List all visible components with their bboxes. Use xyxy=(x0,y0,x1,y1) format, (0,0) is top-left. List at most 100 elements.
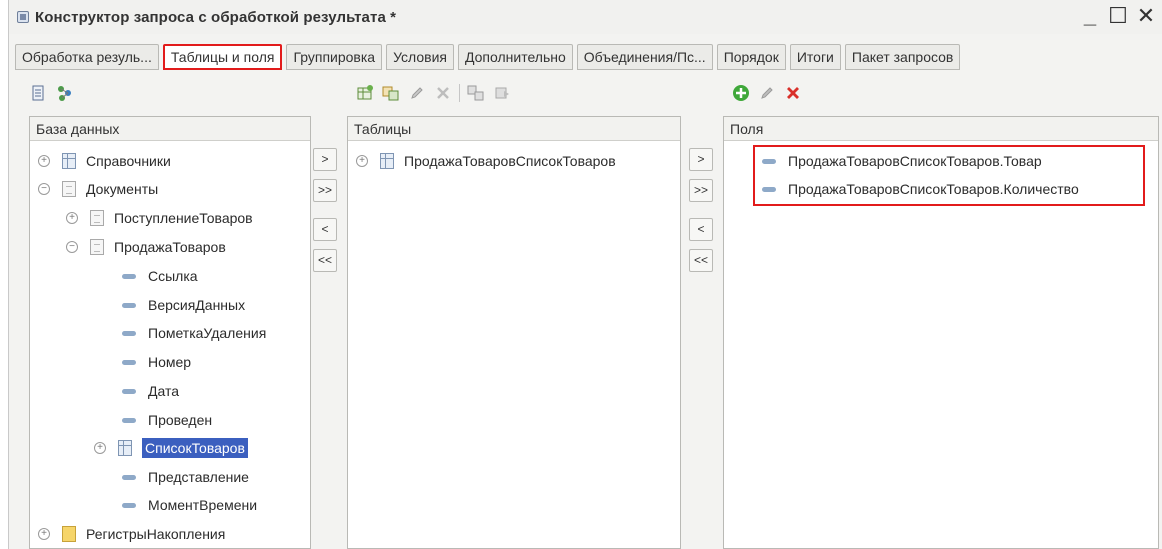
tree-item-label: Ссылка xyxy=(148,268,198,284)
tree-item-field[interactable]: МоментВремени xyxy=(122,491,257,519)
tables-panel: Таблицы + ПродажаТоваровСписокТоваров xyxy=(347,116,681,549)
tab-grouping[interactable]: Группировка xyxy=(286,44,383,70)
tree-item-label: ВерсияДанных xyxy=(148,297,246,313)
field-icon xyxy=(122,330,136,336)
database-panel-header: База данных xyxy=(30,117,310,141)
list-view-icon[interactable] xyxy=(29,83,49,103)
tree-item-field[interactable]: Ссылка xyxy=(122,262,198,290)
tab-result-processing[interactable]: Обработка резуль... xyxy=(15,44,159,70)
close-button[interactable]: ✕ xyxy=(1136,3,1156,29)
tree-item-label: Проведен xyxy=(148,412,213,428)
tree-item-field[interactable]: Номер xyxy=(122,348,191,376)
open-query-icon[interactable] xyxy=(492,83,512,103)
tree-item-label: Документы xyxy=(86,181,159,197)
tree-item-label: Дата xyxy=(148,383,180,399)
tab-totals[interactable]: Итоги xyxy=(789,44,841,70)
field-icon xyxy=(122,474,136,480)
tree-item-label: ПоступлениеТоваров xyxy=(114,210,253,226)
register-icon xyxy=(62,526,76,542)
tree-item-field[interactable]: ПометкаУдаления xyxy=(122,319,266,347)
query-builder-window: Конструктор запроса с обработкой результ… xyxy=(8,0,1162,549)
add-field-icon[interactable] xyxy=(731,83,751,103)
window-title: Конструктор запроса с обработкой результ… xyxy=(35,8,397,26)
document-icon xyxy=(90,210,104,226)
field-icon xyxy=(122,388,136,394)
tab-conditions[interactable]: Условия xyxy=(386,44,454,70)
tables-panel-header: Таблицы xyxy=(348,117,680,141)
tables-item[interactable]: + ПродажаТоваровСписокТоваров xyxy=(356,147,616,175)
tree-item-field[interactable]: Представление xyxy=(122,463,249,491)
tree-item-label: МоментВремени xyxy=(148,497,258,513)
add-all-tables-button[interactable]: >> xyxy=(313,179,337,202)
tree-item-label: ПродажаТоваров xyxy=(114,239,226,255)
fields-move-buttons: > >> < << xyxy=(689,148,713,272)
document-icon xyxy=(90,239,104,255)
tables-toolbar xyxy=(355,78,512,108)
expand-icon[interactable]: + xyxy=(38,155,50,167)
collapse-icon[interactable]: − xyxy=(38,183,50,195)
tab-tables-and-fields[interactable]: Таблицы и поля xyxy=(162,44,283,70)
table-icon xyxy=(62,153,76,169)
tree-item-goods-sale[interactable]: − ПродажаТоваров xyxy=(66,233,226,261)
expand-icon[interactable]: + xyxy=(356,155,368,167)
tree-item-catalogs[interactable]: + Справочники xyxy=(38,147,171,175)
remove-field-button[interactable]: < xyxy=(689,218,713,241)
fields-panel-header: Поля xyxy=(724,117,1158,141)
add-field-button[interactable]: > xyxy=(689,148,713,171)
tree-item-accumulation-registers[interactable]: + РегистрыНакопления xyxy=(38,520,225,548)
document-icon xyxy=(62,181,76,197)
table-icon xyxy=(118,440,132,456)
query-tree-icon[interactable] xyxy=(55,83,75,103)
window-icon xyxy=(17,11,29,23)
tree-item-goods-list[interactable]: + СписокТоваров xyxy=(94,434,248,462)
tree-item-label: Номер xyxy=(148,354,192,370)
tab-additional[interactable]: Дополнительно xyxy=(458,44,573,70)
tree-item-label: Справочники xyxy=(86,153,171,169)
field-icon xyxy=(122,417,136,423)
tree-item-label: РегистрыНакопления xyxy=(86,526,226,542)
add-table-icon[interactable] xyxy=(355,83,375,103)
minimize-button[interactable]: _ xyxy=(1080,3,1100,29)
tab-order[interactable]: Порядок xyxy=(716,44,786,70)
remove-all-fields-button[interactable]: << xyxy=(689,249,713,272)
tab-unions-aliases[interactable]: Объединения/Пс... xyxy=(576,44,713,70)
toolbar-separator xyxy=(459,84,460,102)
tree-item-field[interactable]: Проведен xyxy=(122,406,212,434)
tree-item-documents[interactable]: − Документы xyxy=(38,175,158,203)
collapse-icon[interactable]: − xyxy=(66,241,78,253)
fields-highlight-box xyxy=(753,145,1145,206)
edit-field-icon[interactable] xyxy=(757,83,777,103)
window-controls: _ ☐ ✕ xyxy=(1080,3,1156,29)
add-nested-query-icon[interactable] xyxy=(381,83,401,103)
tree-item-goods-receipt[interactable]: + ПоступлениеТоваров xyxy=(66,204,253,232)
field-icon xyxy=(122,273,136,279)
tree-item-label: ПометкаУдаления xyxy=(148,325,267,341)
expand-icon[interactable]: + xyxy=(66,212,78,224)
remove-all-tables-button[interactable]: << xyxy=(313,249,337,272)
add-all-fields-button[interactable]: >> xyxy=(689,179,713,202)
tree-item-field[interactable]: ВерсияДанных xyxy=(122,291,245,319)
tree-item-label-selected: СписокТоваров xyxy=(142,438,248,458)
expand-icon[interactable]: + xyxy=(38,528,50,540)
edit-table-icon[interactable] xyxy=(407,83,427,103)
expand-icon[interactable]: + xyxy=(94,442,106,454)
replace-table-icon[interactable] xyxy=(466,83,486,103)
tree-item-field[interactable]: Дата xyxy=(122,377,179,405)
tab-query-batch[interactable]: Пакет запросов xyxy=(844,44,961,70)
title-bar: Конструктор запроса с обработкой результ… xyxy=(9,0,1162,34)
field-icon xyxy=(122,359,136,365)
tables-item-label: ПродажаТоваровСписокТоваров xyxy=(404,153,616,169)
add-table-button[interactable]: > xyxy=(313,148,337,171)
field-icon xyxy=(122,502,136,508)
delete-field-icon[interactable] xyxy=(783,83,803,103)
database-toolbar xyxy=(29,78,75,108)
fields-toolbar xyxy=(731,78,803,108)
tab-bar: Обработка резуль... Таблицы и поля Групп… xyxy=(15,44,964,70)
tree-item-label: Представление xyxy=(148,469,249,485)
delete-table-icon[interactable] xyxy=(433,83,453,103)
table-icon xyxy=(380,153,394,169)
database-panel: База данных + Справочники − Документы + … xyxy=(29,116,311,549)
field-icon xyxy=(122,302,136,308)
maximize-button[interactable]: ☐ xyxy=(1108,3,1128,29)
remove-table-button[interactable]: < xyxy=(313,218,337,241)
